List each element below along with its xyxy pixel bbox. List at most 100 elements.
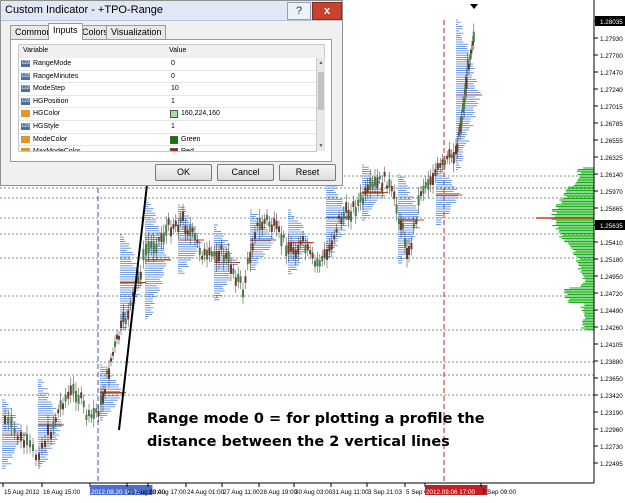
input-row-hgstyle[interactable]: 123 HGStyle 1 — [19, 121, 316, 134]
color-swatch[interactable] — [170, 148, 178, 151]
tab-visualization[interactable]: Visualization — [106, 25, 167, 39]
candle — [227, 251, 230, 263]
input-value[interactable]: 10 — [171, 85, 179, 92]
candle — [318, 260, 321, 267]
input-row-rangemode[interactable]: 123 RangeMode 0 — [19, 58, 316, 71]
scroll-up-icon[interactable]: ▲ — [317, 59, 325, 67]
candle — [108, 368, 110, 379]
candle — [294, 250, 297, 259]
candle — [316, 258, 319, 267]
header-value[interactable]: Value — [169, 47, 186, 54]
scroll-thumb[interactable] — [318, 72, 324, 110]
help-button[interactable]: ? — [287, 2, 311, 20]
candle — [184, 225, 187, 234]
price-label: 1.26785 — [600, 121, 623, 128]
candle — [261, 221, 264, 230]
candle — [54, 418, 57, 423]
input-row-rangeminutes[interactable]: 123 RangeMinutes 0 — [19, 71, 316, 84]
candle — [330, 240, 333, 250]
candle — [395, 204, 398, 214]
candle — [139, 271, 142, 280]
candle — [444, 160, 446, 165]
candle — [436, 162, 439, 170]
candle — [194, 233, 196, 240]
candle — [52, 422, 55, 429]
candle — [304, 245, 307, 254]
input-row-maxmodecolor[interactable]: MaxModeColor Red — [19, 146, 316, 151]
price-label: 1.25635 — [600, 223, 623, 230]
candle — [104, 389, 106, 394]
candle — [432, 173, 434, 185]
dialog-titlebar[interactable]: Custom Indicator - +TPO-Range ? x — [1, 1, 342, 21]
candle — [203, 248, 206, 256]
candle — [251, 243, 254, 251]
price-label: 1.25410 — [600, 240, 623, 247]
candle — [323, 249, 326, 258]
candle — [412, 222, 415, 229]
input-value[interactable]: Green — [181, 136, 200, 143]
tab-inputs[interactable]: Inputs — [48, 23, 83, 40]
candle — [137, 275, 140, 283]
candle — [328, 244, 331, 252]
candle — [340, 218, 343, 225]
candle — [124, 318, 127, 325]
candle — [82, 400, 85, 408]
candle — [230, 264, 232, 274]
candle — [41, 442, 43, 449]
input-value[interactable]: 160,224,160 — [181, 110, 220, 117]
candle — [406, 248, 408, 260]
inputs-scrollbar[interactable]: ▲ ▼ — [316, 58, 325, 151]
input-row-modecolor[interactable]: ModeColor Green — [19, 134, 316, 147]
candle — [374, 176, 376, 187]
candle — [162, 232, 165, 243]
input-value[interactable]: Red — [181, 148, 194, 151]
price-label: 1.25180 — [600, 257, 623, 264]
candle — [354, 207, 357, 217]
candle — [23, 440, 25, 448]
price-label: 1.27015 — [600, 104, 623, 111]
candle — [273, 218, 276, 226]
price-label: 1.22495 — [600, 461, 623, 468]
candle — [446, 155, 449, 160]
candle — [309, 249, 312, 255]
close-button[interactable]: x — [312, 2, 342, 20]
number-icon: 123 — [21, 97, 30, 105]
cancel-button[interactable]: Cancel — [217, 164, 274, 181]
input-value[interactable]: 1 — [171, 123, 175, 130]
candle — [244, 276, 247, 283]
candle — [44, 440, 46, 447]
input-row-hgcolor[interactable]: HGColor 160,224,160 — [19, 108, 316, 121]
candle — [4, 415, 6, 424]
candle — [234, 277, 237, 286]
input-value[interactable]: 0 — [171, 73, 175, 80]
color-swatch[interactable] — [170, 110, 178, 119]
input-value[interactable]: 1 — [171, 98, 175, 105]
header-variable[interactable]: Variable — [23, 47, 48, 54]
candle — [404, 238, 406, 247]
ok-button[interactable]: OK — [155, 164, 212, 181]
candle — [299, 240, 302, 245]
candle — [158, 237, 160, 242]
input-value[interactable]: 0 — [171, 60, 175, 67]
candle — [321, 255, 324, 262]
reset-button[interactable]: Reset — [279, 164, 336, 181]
candle — [38, 453, 40, 461]
candle — [167, 218, 170, 225]
candle — [26, 433, 28, 446]
candle — [297, 244, 300, 255]
candle — [439, 163, 442, 168]
price-label: 1.24490 — [600, 308, 623, 315]
candle — [381, 182, 384, 192]
input-row-hgposition[interactable]: 123 HGPosition 1 — [19, 96, 316, 109]
input-name: HGStyle — [33, 122, 60, 130]
candle — [338, 215, 340, 219]
candle — [290, 243, 292, 252]
candle — [400, 220, 402, 230]
scroll-down-icon[interactable]: ▼ — [317, 142, 325, 150]
candle — [388, 179, 391, 188]
color-swatch[interactable] — [170, 135, 178, 144]
time-label: 28 Aug 19:00 — [260, 489, 298, 496]
candle — [129, 302, 132, 306]
input-row-modestep[interactable]: 123 ModeStep 10 — [19, 83, 316, 96]
candle — [302, 236, 304, 242]
